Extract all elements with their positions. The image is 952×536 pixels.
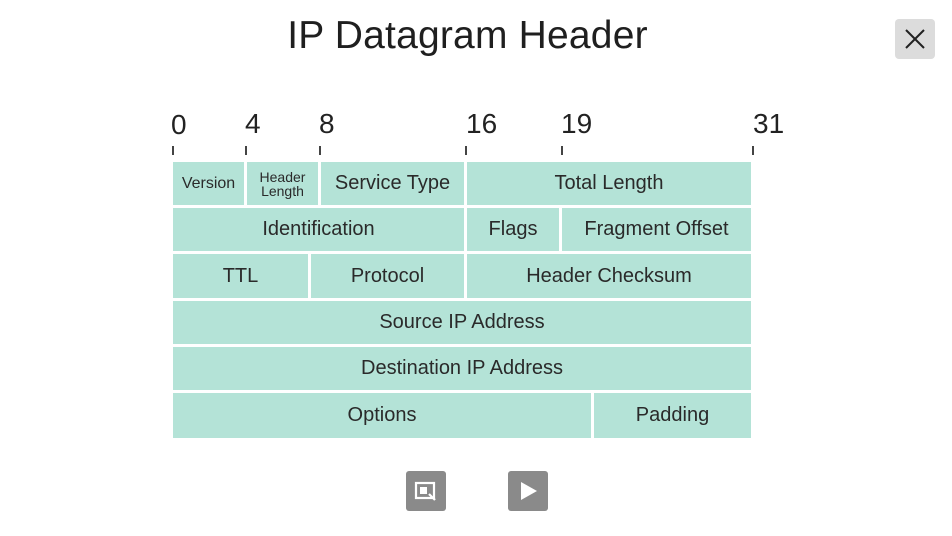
- field-fragment-offset: Fragment Offset: [562, 208, 751, 251]
- bit-tick: [752, 146, 754, 155]
- play-icon: [521, 482, 537, 500]
- bit-tick: [465, 146, 467, 155]
- ip-header-diagram-view: IP Datagram Header 0 4 8 16 19 31 Versio…: [0, 0, 952, 536]
- field-destination-ip-address: Destination IP Address: [173, 347, 751, 390]
- field-protocol: Protocol: [311, 254, 464, 298]
- field-padding: Padding: [594, 393, 751, 438]
- bit-tick: [319, 146, 321, 155]
- bit-label-0: 0: [171, 109, 187, 140]
- field-version: Version: [173, 162, 244, 205]
- zoom-image-icon: [414, 481, 436, 501]
- bit-label-8: 8: [319, 108, 335, 139]
- page-title: IP Datagram Header: [287, 14, 648, 57]
- bit-tick: [561, 146, 563, 155]
- close-button[interactable]: [895, 19, 935, 59]
- zoom-image-button[interactable]: [406, 471, 446, 511]
- field-identification: Identification: [173, 208, 464, 251]
- close-icon: [905, 29, 925, 49]
- field-header-checksum: Header Checksum: [467, 254, 751, 298]
- field-total-length: Total Length: [467, 162, 751, 205]
- bit-label-19: 19: [561, 108, 593, 139]
- bit-tick: [245, 146, 247, 155]
- field-header-length: Header Length: [247, 162, 318, 205]
- field-flags: Flags: [467, 208, 559, 251]
- field-service-type: Service Type: [321, 162, 464, 205]
- bit-label-31: 31: [753, 108, 785, 139]
- field-options: Options: [173, 393, 591, 438]
- play-button[interactable]: [508, 471, 548, 511]
- bit-tick: [172, 146, 174, 155]
- field-ttl: TTL: [173, 254, 308, 298]
- bit-label-16: 16: [466, 108, 498, 139]
- bit-label-4: 4: [245, 108, 261, 139]
- field-source-ip-address: Source IP Address: [173, 301, 751, 344]
